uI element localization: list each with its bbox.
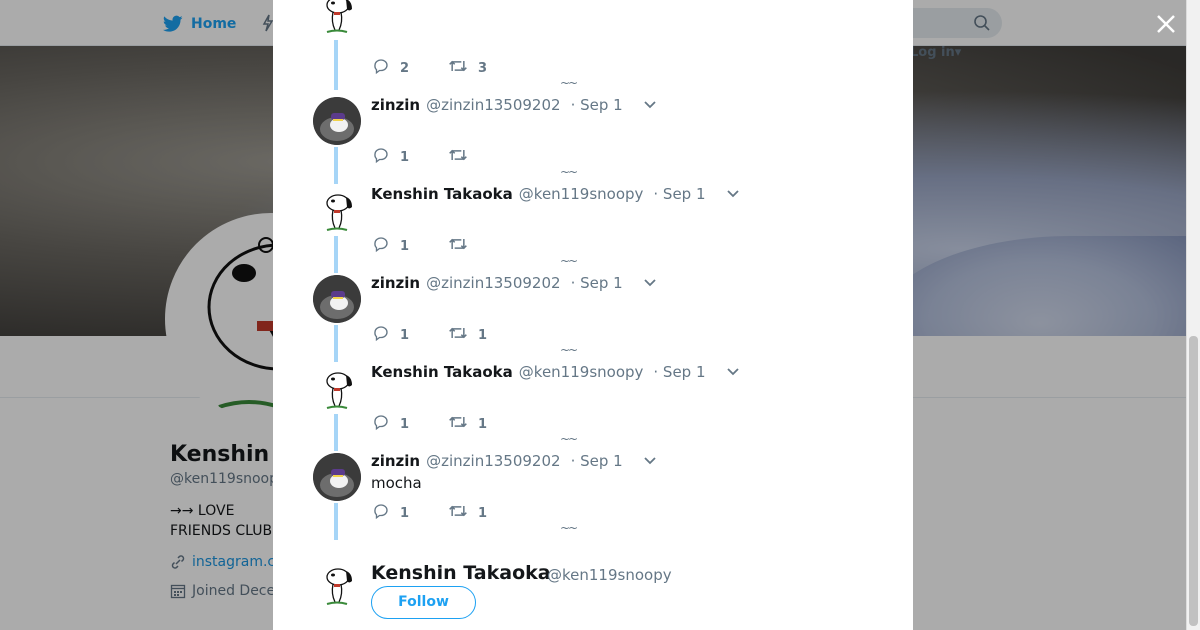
thread-continuation-mark: ~~	[560, 432, 578, 446]
tweet-avatar[interactable]	[313, 364, 361, 412]
close-icon[interactable]	[1154, 12, 1178, 36]
main-tweet-author-name[interactable]: Kenshin Takaoka	[371, 562, 551, 584]
reply-icon	[372, 413, 390, 435]
thread-connector-line	[334, 414, 338, 451]
reply-count: 1	[400, 149, 410, 165]
tweet-author-name[interactable]: Kenshin Takaoka	[371, 363, 513, 381]
reply-action[interactable]: 1	[372, 413, 420, 435]
reply-count: 1	[400, 416, 410, 432]
retweet-count: 3	[478, 60, 488, 76]
reply-action[interactable]: 1	[372, 502, 420, 524]
retweet-count: 1	[478, 505, 488, 521]
tweet-author-name[interactable]: Kenshin Takaoka	[371, 185, 513, 203]
tweet-thread-modal	[273, 0, 913, 630]
retweet-icon	[448, 146, 468, 168]
tweet-timestamp[interactable]: · Sep 1	[571, 274, 623, 292]
retweet-action[interactable]: 1	[448, 502, 498, 524]
retweet-action[interactable]	[448, 235, 498, 257]
tweet-author-handle[interactable]: @zinzin13509202	[426, 452, 560, 470]
chevron-down-icon[interactable]	[726, 185, 740, 203]
tweet-timestamp[interactable]: · Sep 1	[653, 363, 705, 381]
scrollbar-thumb[interactable]	[1189, 336, 1198, 626]
reply-icon	[372, 235, 390, 257]
follow-button[interactable]: Follow	[371, 586, 476, 619]
tweet-actions: 11	[372, 324, 498, 346]
tweet-timestamp[interactable]: · Sep 1	[571, 96, 623, 114]
thread-connector-line	[334, 40, 338, 90]
retweet-action[interactable]: 1	[448, 413, 498, 435]
reply-count: 1	[400, 327, 410, 343]
tweet-text: mocha	[371, 474, 422, 492]
chevron-down-icon[interactable]	[643, 452, 657, 470]
tweet-header: zinzin @zinzin13509202 · Sep 1	[371, 96, 657, 114]
thread-continuation-mark: ~~	[560, 165, 578, 179]
tweet-actions-top: 23	[372, 57, 498, 79]
tweet-author-name[interactable]: zinzin	[371, 96, 420, 114]
thread-continuation-mark: ~~	[560, 343, 578, 357]
retweet-count: 1	[478, 327, 488, 343]
tweet-author-name[interactable]: zinzin	[371, 274, 420, 292]
thread-connector-line	[334, 325, 338, 362]
tweet-header: zinzin @zinzin13509202 · Sep 1	[371, 274, 657, 292]
tweet-author-handle[interactable]: @zinzin13509202	[426, 96, 560, 114]
reply-icon	[372, 146, 390, 168]
chevron-down-icon[interactable]	[643, 96, 657, 114]
reply-count: 1	[400, 238, 410, 254]
chevron-down-icon[interactable]	[726, 363, 740, 381]
tweet-header: Kenshin Takaoka @ken119snoopy · Sep 1	[371, 185, 740, 203]
tweet-author-handle[interactable]: @zinzin13509202	[426, 274, 560, 292]
tweet-author-handle[interactable]: @ken119snoopy	[519, 185, 644, 203]
thread-continuation-mark: ~~	[560, 254, 578, 268]
tweet-actions: 1	[372, 235, 498, 257]
retweet-icon	[448, 235, 468, 257]
reply-icon	[372, 502, 390, 524]
tweet-timestamp[interactable]: · Sep 1	[571, 452, 623, 470]
thread-continuation-mark: ~~	[560, 76, 578, 90]
page-scrollbar[interactable]	[1186, 0, 1200, 630]
thread-connector-line	[334, 503, 338, 540]
tweet-avatar[interactable]	[313, 97, 361, 145]
tweet-avatar[interactable]	[313, 275, 361, 323]
main-tweet-avatar[interactable]	[313, 560, 361, 608]
retweet-icon	[448, 57, 468, 79]
reply-action[interactable]: 1	[372, 324, 420, 346]
tweet-author-handle[interactable]: @ken119snoopy	[519, 363, 644, 381]
reply-icon	[372, 324, 390, 346]
tweet-actions: 11	[372, 502, 498, 524]
retweet-action[interactable]: 1	[448, 324, 498, 346]
main-tweet-author-handle[interactable]: @ken119snoopy	[547, 566, 672, 584]
retweet-icon	[448, 413, 468, 435]
reply-action[interactable]: 1	[372, 146, 420, 168]
tweet-avatar[interactable]	[313, 186, 361, 234]
tweet-author-name[interactable]: zinzin	[371, 452, 420, 470]
thread-connector-line	[334, 236, 338, 273]
tweet-avatar[interactable]	[313, 453, 361, 501]
chevron-down-icon[interactable]	[643, 274, 657, 292]
retweet-action[interactable]	[448, 146, 498, 168]
retweet-icon	[448, 324, 468, 346]
reply-count: 1	[400, 505, 410, 521]
tweet-timestamp[interactable]: · Sep 1	[653, 185, 705, 203]
thread-continuation-mark: ~~	[560, 521, 578, 535]
reply-count: 2	[400, 60, 410, 76]
tweet-actions: 11	[372, 413, 498, 435]
retweet-icon	[448, 502, 468, 524]
tweet-header: Kenshin Takaoka @ken119snoopy · Sep 1	[371, 363, 740, 381]
retweet-count: 1	[478, 416, 488, 432]
tweet-actions: 1	[372, 146, 498, 168]
reply-action[interactable]: 1	[372, 235, 420, 257]
tweet-header: zinzin @zinzin13509202 · Sep 1	[371, 452, 657, 470]
thread-connector-line	[334, 147, 338, 184]
reply-icon	[372, 57, 390, 79]
reply-action[interactable]: 2	[372, 57, 420, 79]
retweet-action[interactable]: 3	[448, 57, 498, 79]
